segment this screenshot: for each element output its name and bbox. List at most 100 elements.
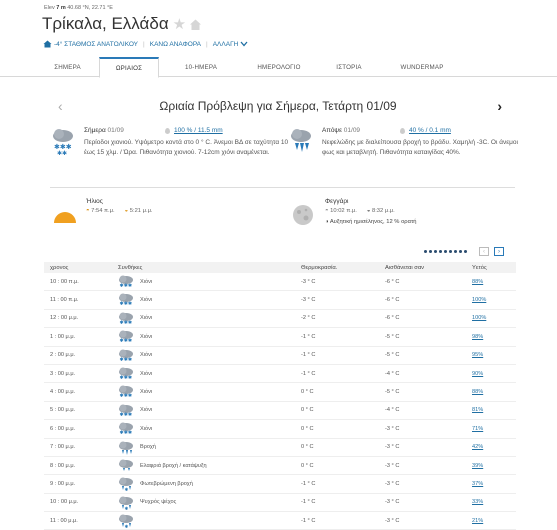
row-precip-link[interactable]: 71% bbox=[472, 426, 483, 432]
svg-text:✱: ✱ bbox=[125, 506, 129, 510]
row-temperature: -1 ° C bbox=[301, 370, 316, 377]
pager-prev-button[interactable]: ‹ bbox=[479, 247, 489, 256]
chevron-down-icon[interactable] bbox=[240, 41, 248, 47]
svg-text:✱✱✱: ✱✱✱ bbox=[120, 338, 133, 344]
row-precip-link[interactable]: 42% bbox=[472, 444, 483, 450]
latitude-value: 40.68 bbox=[67, 5, 82, 11]
next-day-arrow-icon[interactable]: › bbox=[497, 98, 502, 114]
pager-dot[interactable] bbox=[439, 250, 442, 253]
col-time: χρονος bbox=[50, 264, 69, 271]
snow-icon: ✱✱✱ ✱✱ bbox=[53, 129, 73, 156]
row-time: 11 : 00 μ.μ. bbox=[50, 517, 78, 524]
row-feels-like: -3 ° C bbox=[385, 444, 400, 451]
precip-drop-icon bbox=[165, 128, 170, 134]
tab-history[interactable]: ΙΣΤΟΡΙΑ bbox=[318, 57, 380, 77]
pager-dot[interactable] bbox=[459, 250, 462, 253]
elevation-label: Elev bbox=[44, 5, 55, 11]
sleet-icon: ✱ bbox=[119, 496, 133, 510]
snow-icon: ✱✱✱ bbox=[119, 385, 133, 399]
pager-dot[interactable] bbox=[434, 250, 437, 253]
station-link[interactable]: -4° ΣΤΑΘΜΟΣ ΑΝΑΤΟΛΙΚΟΥ bbox=[54, 41, 138, 48]
coordinates-line: Elev 7 m 40.68 °N, 22.71 °E bbox=[44, 5, 113, 11]
row-temperature: -1 ° C bbox=[301, 499, 316, 506]
table-row: 11 : 00 μ.μ. ✱ -1 ° C -3 ° C 21% bbox=[44, 512, 516, 530]
svg-text:✱✱✱: ✱✱✱ bbox=[120, 430, 133, 436]
moon-times: ◓ 10:02 π.μ. ◒ 8:32 μ.μ. bbox=[325, 208, 395, 214]
tab-wundermap[interactable]: WUNDERMAP bbox=[384, 57, 460, 77]
row-time: 12 : 00 μ.μ. bbox=[50, 315, 79, 322]
row-precip-link[interactable]: 21% bbox=[472, 518, 483, 524]
row-time: 9 : 00 μ.μ. bbox=[50, 480, 76, 487]
row-temperature: 0 ° C bbox=[301, 444, 314, 451]
row-precip-link[interactable]: 95% bbox=[472, 352, 483, 358]
row-precip-link[interactable]: 33% bbox=[472, 499, 483, 505]
pager-dot[interactable] bbox=[464, 250, 467, 253]
row-conditions: Χιόνι bbox=[140, 389, 153, 396]
row-precip-link[interactable]: 39% bbox=[472, 463, 483, 469]
sun-icon bbox=[54, 212, 76, 223]
row-precip-link[interactable]: 90% bbox=[472, 371, 483, 377]
snow-icon: ✱✱✱ bbox=[119, 422, 133, 436]
row-temperature: -3 ° C bbox=[301, 297, 316, 304]
row-precip-link[interactable]: 98% bbox=[472, 334, 483, 340]
row-feels-like: -3 ° C bbox=[385, 499, 400, 506]
svg-text:✱✱✱: ✱✱✱ bbox=[120, 412, 133, 418]
snow-icon: ✱✱✱ bbox=[119, 349, 133, 363]
moon-phase: Αυξητική ημισέληνος, 12 % ορατή bbox=[329, 219, 417, 225]
sunset-icon: ◒ bbox=[124, 208, 129, 214]
row-time: 7 : 00 μ.μ. bbox=[50, 444, 76, 451]
row-precip-link[interactable]: 37% bbox=[472, 481, 483, 487]
pager: ‹ › bbox=[424, 247, 504, 256]
row-conditions: Χιόνι bbox=[140, 425, 153, 432]
row-precip-link[interactable]: 88% bbox=[472, 389, 483, 395]
svg-text:✱✱✱: ✱✱✱ bbox=[120, 357, 133, 363]
pager-dot[interactable] bbox=[444, 250, 447, 253]
pager-dot[interactable] bbox=[429, 250, 432, 253]
row-feels-like: -4 ° C bbox=[385, 370, 400, 377]
row-feels-like: -6 ° C bbox=[385, 278, 400, 285]
pager-dot[interactable] bbox=[424, 250, 427, 253]
tab-today[interactable]: ΣΗΜΕΡΑ bbox=[40, 57, 95, 77]
today-precip[interactable]: 100 % / 11.5 mm bbox=[174, 127, 223, 134]
report-link[interactable]: ΚΑΝΩ ΑΝΑΦΟΡΑ bbox=[150, 41, 201, 48]
snow-icon: ✱✱✱ bbox=[119, 312, 133, 326]
favorite-star-icon[interactable]: ★ bbox=[173, 17, 186, 32]
row-precip-link[interactable]: 100% bbox=[472, 297, 486, 303]
svg-text:✱✱✱: ✱✱✱ bbox=[120, 320, 133, 326]
col-temperature: Θερμοκρασία. bbox=[301, 264, 338, 271]
row-time: 6 : 00 μ.μ. bbox=[50, 425, 76, 432]
row-precip-link[interactable]: 81% bbox=[472, 407, 483, 413]
row-conditions: Χιόνι bbox=[140, 407, 153, 414]
tonight-precip[interactable]: 40 % / 0.1 mm bbox=[409, 127, 451, 134]
today-date: 01/09 bbox=[107, 127, 124, 134]
pager-dot[interactable] bbox=[449, 250, 452, 253]
sleet-icon: ✱ bbox=[119, 477, 133, 491]
table-row: 10 : 00 π.μ. ✱✱✱ Χιόνι -3 ° C -6 ° C 88% bbox=[44, 273, 516, 292]
svg-text:✱✱✱: ✱✱✱ bbox=[120, 301, 133, 307]
change-link[interactable]: ΑΛΛΑΓΗ bbox=[213, 41, 239, 48]
moon-phase-icon: ◑ bbox=[325, 219, 329, 225]
svg-text:✱: ✱ bbox=[125, 524, 129, 528]
sun-label: Ήλιος bbox=[86, 198, 103, 205]
row-conditions: Χιόνι bbox=[140, 333, 153, 340]
pager-next-button[interactable]: › bbox=[494, 247, 504, 256]
snow-icon: ✱✱✱ bbox=[119, 293, 133, 307]
tab-10-day[interactable]: 10-ΗΜΕΡΑ bbox=[170, 57, 232, 77]
svg-text:✱✱✱: ✱✱✱ bbox=[120, 283, 133, 289]
row-feels-like: -3 ° C bbox=[385, 480, 400, 487]
snow-icon: ✱✱✱ bbox=[119, 330, 133, 344]
row-precip-link[interactable]: 100% bbox=[472, 315, 486, 321]
table-row: 12 : 00 μ.μ. ✱✱✱ Χιόνι -2 ° C -6 ° C 100% bbox=[44, 310, 516, 329]
row-time: 8 : 00 μ.μ. bbox=[50, 462, 76, 469]
row-feels-like: -3 ° C bbox=[385, 462, 400, 469]
row-time: 5 : 00 μ.μ. bbox=[50, 407, 76, 414]
tab-calendar[interactable]: ΗΜΕΡΟΛΟΓΙΟ bbox=[244, 57, 314, 77]
pager-dot[interactable] bbox=[454, 250, 457, 253]
sleet-icon bbox=[291, 129, 311, 152]
tab-hourly[interactable]: ΩΡΙΑΙΟΣ bbox=[99, 57, 159, 78]
row-precip-link[interactable]: 88% bbox=[472, 279, 483, 285]
home-icon[interactable] bbox=[189, 18, 202, 31]
today-description: Περίοδοι χιονιού. Υψόμετρο κοντά στο 0 °… bbox=[84, 139, 289, 156]
city-row: Τρίκαλα, Ελλάδα ★ bbox=[42, 14, 202, 34]
row-temperature: 0 ° C bbox=[301, 407, 314, 414]
